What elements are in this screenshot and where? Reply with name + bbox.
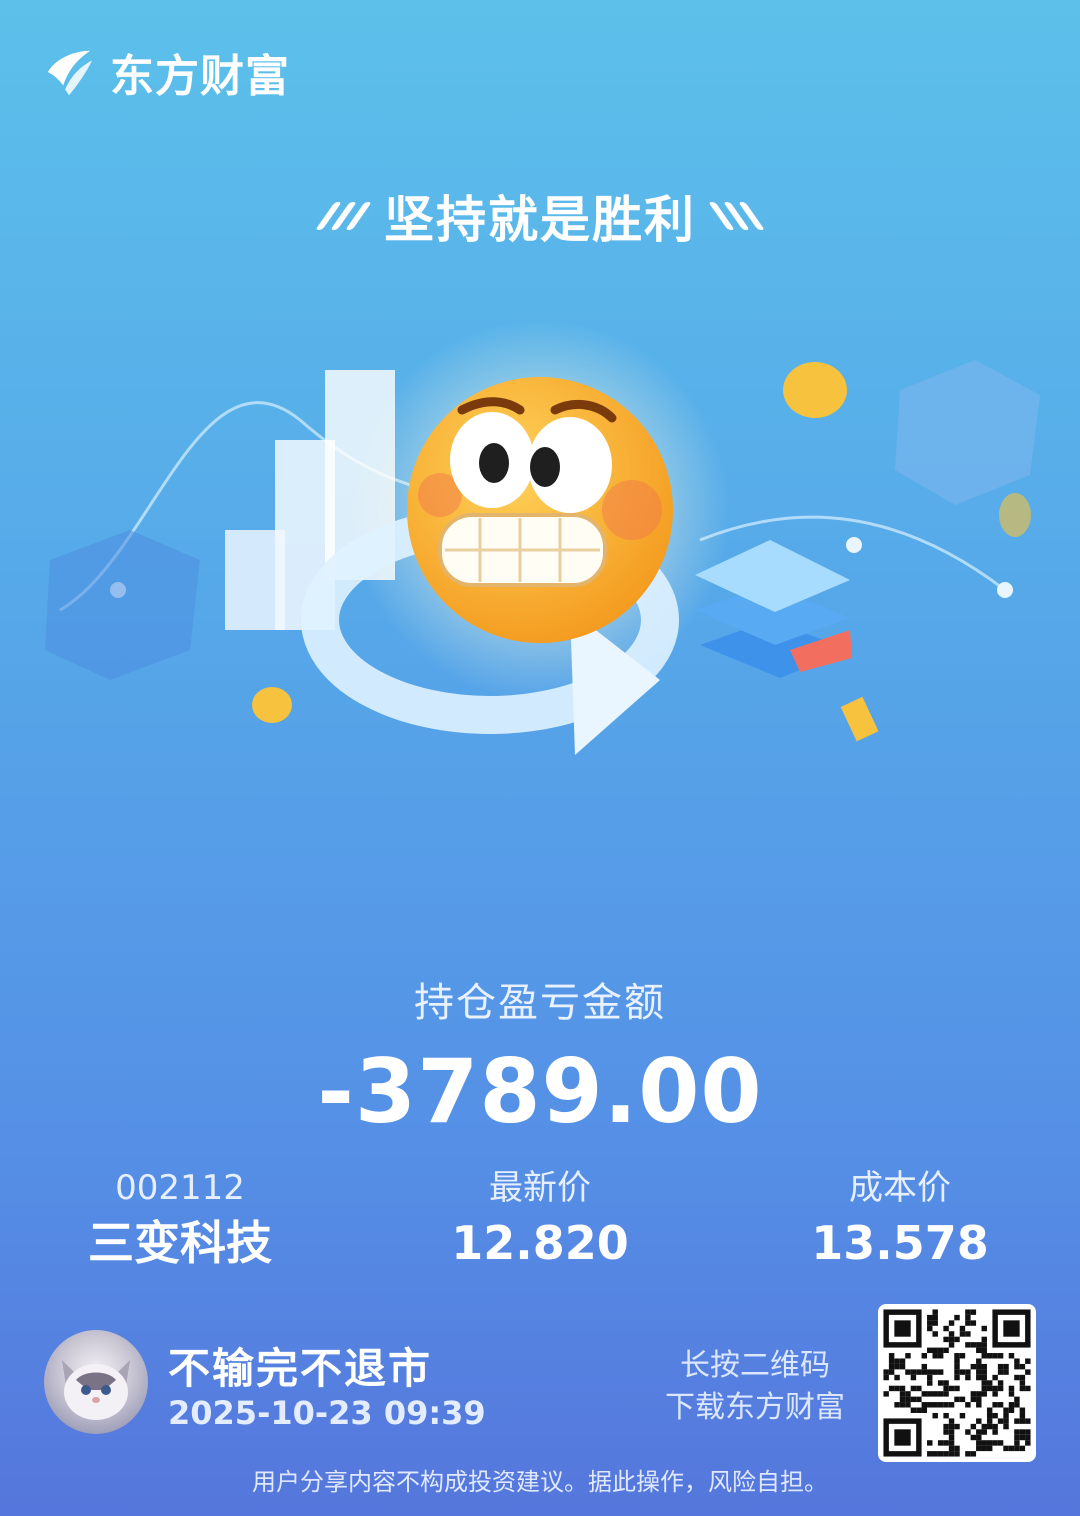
avatar [44,1330,148,1434]
stock-info: 002112 三变科技 [0,1165,360,1273]
qr-code[interactable] [878,1304,1036,1462]
grimace-emoji-illustration [45,320,1040,755]
latest-price-value: 12.820 [451,1216,629,1270]
brand-logo: 东方财富 [40,40,290,104]
latest-price-label: 最新价 [489,1168,591,1208]
disclaimer: 用户分享内容不构成投资建议。据此操作，风险自担。 [252,1468,828,1496]
pnl-value: -3789.00 [317,1040,763,1143]
qr-hint-line1: 长按二维码 [680,1348,830,1383]
brand-name: 东方财富 [110,51,290,102]
eastmoney-logo-icon [47,50,93,96]
slash-decoration-right [708,202,765,230]
qr-code-icon [883,1309,1031,1457]
slash-decoration-left [315,202,372,230]
pnl-label: 持仓盈亏金额 [414,980,666,1026]
cost-price-label: 成本价 [849,1168,951,1208]
slogan-banner: 坚持就是胜利 [0,180,1080,252]
user-name: 不输完不退市 [168,1344,433,1393]
share-datetime: 2025-10-23 09:39 [168,1394,486,1432]
cost-price: 成本价 13.578 [720,1165,1080,1273]
stock-code: 002112 [115,1168,245,1208]
latest-price: 最新价 12.820 [360,1165,720,1273]
cat-avatar-icon [62,1360,130,1420]
slogan-text: 坚持就是胜利 [384,191,696,249]
stock-name: 三变科技 [88,1216,272,1270]
cost-price-value: 13.578 [811,1216,989,1270]
qr-hint-line2: 下载东方财富 [665,1390,845,1425]
qr-hint: 长按二维码 下载东方财富 [640,1345,870,1429]
